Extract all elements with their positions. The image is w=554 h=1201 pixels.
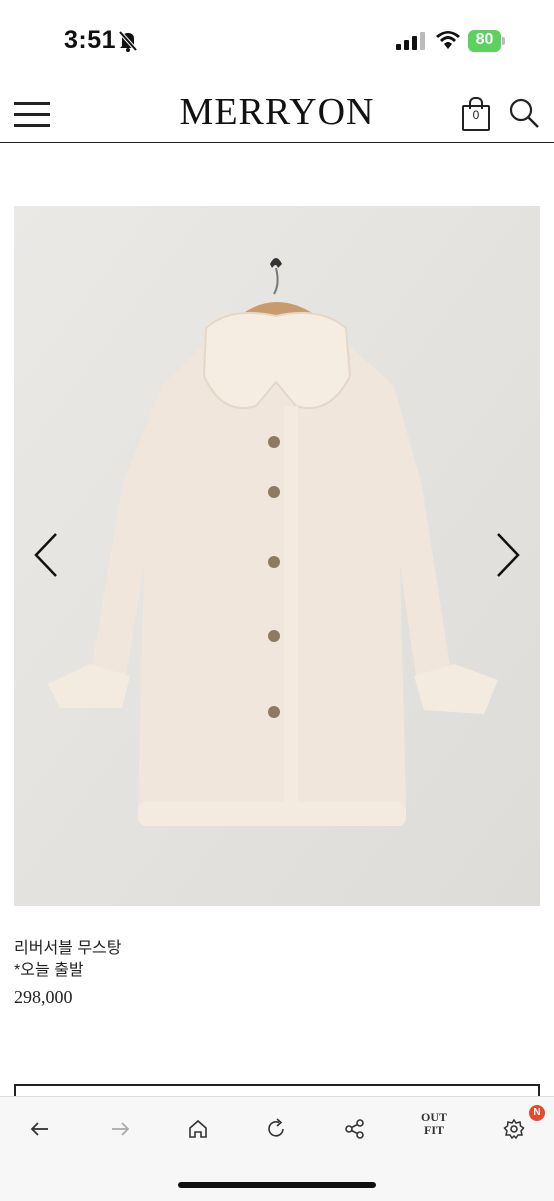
cart-button[interactable]: 0 [462, 97, 490, 131]
status-bar: 3:51 80 [0, 0, 554, 80]
battery-icon: 80 [468, 30, 506, 52]
home-icon[interactable] [184, 1115, 212, 1143]
site-header: MERRYON 0 [0, 80, 554, 143]
signal-icon [396, 32, 425, 50]
arrow-left-icon[interactable] [26, 1115, 54, 1143]
product-image[interactable] [14, 206, 540, 906]
notification-badge: N [529, 1105, 545, 1121]
outfit-button[interactable]: OUT FIT [414, 1111, 454, 1137]
home-indicator [178, 1182, 376, 1188]
share-icon[interactable] [341, 1115, 369, 1143]
status-time: 3:51 [64, 26, 117, 54]
product-subtitle: *오늘 출발 [14, 962, 84, 979]
outfit-label-2: FIT [423, 1123, 444, 1137]
product-name[interactable]: 리버서블 무스탕 [14, 934, 122, 958]
battery-percent: 80 [475, 31, 494, 48]
product-price: 298,000 [14, 987, 73, 1007]
search-icon[interactable] [508, 97, 540, 129]
arrow-right-icon[interactable] [106, 1115, 134, 1143]
cart-count: 0 [472, 108, 480, 122]
bell-muted-icon [118, 30, 138, 52]
coat-illustration [14, 206, 540, 906]
gear-icon[interactable] [500, 1115, 528, 1143]
reload-icon[interactable] [262, 1115, 290, 1143]
chevron-left-icon[interactable] [30, 530, 64, 580]
chevron-right-icon[interactable] [490, 530, 524, 580]
wifi-icon [436, 31, 460, 49]
